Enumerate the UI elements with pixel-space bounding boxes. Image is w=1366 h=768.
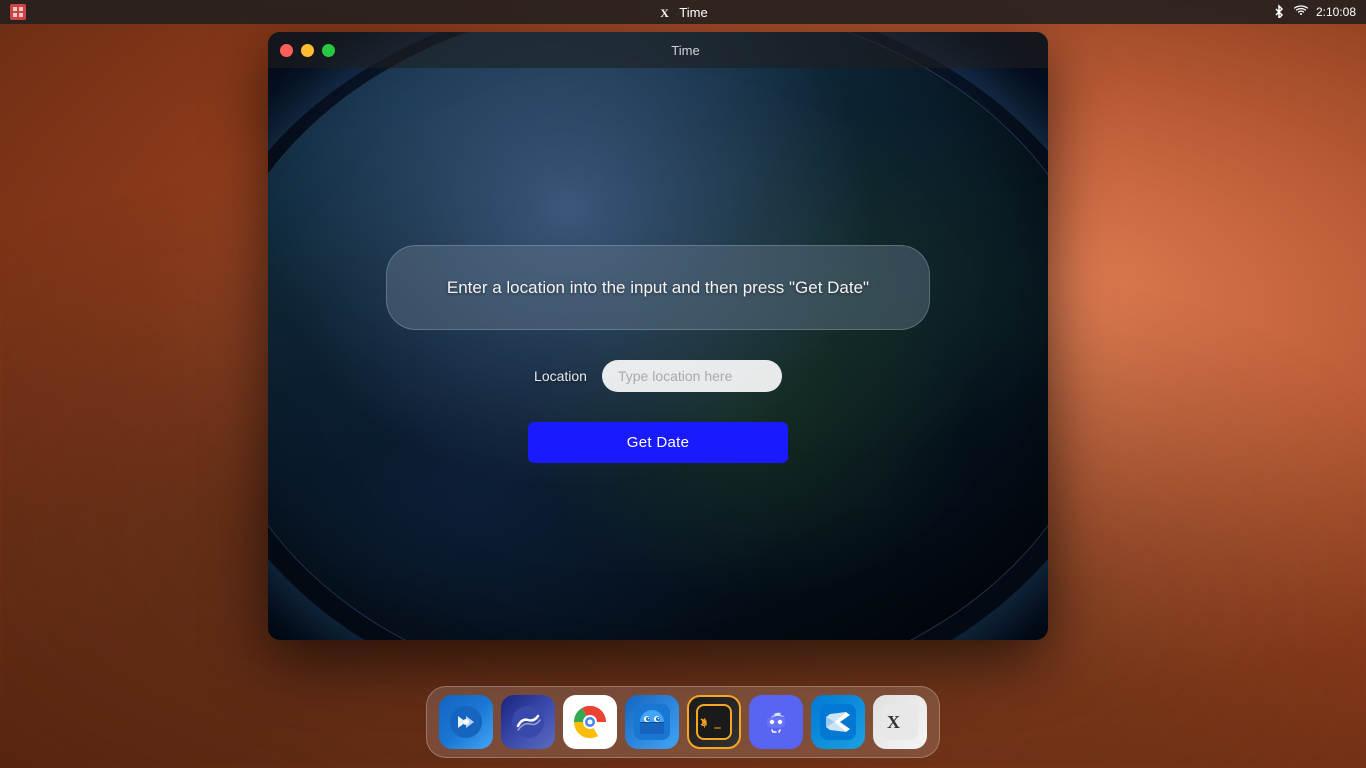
location-form-row: Location <box>534 360 782 392</box>
dock: $ _ X <box>426 686 940 758</box>
bluetooth-icon <box>1272 4 1286 21</box>
title-bar: Time <box>268 32 1048 68</box>
app-window: Time Enter a location into the input and… <box>268 32 1048 640</box>
window-content: Enter a location into the input and then… <box>268 68 1048 640</box>
dock-item-sketch[interactable] <box>501 695 555 749</box>
x11-icon: X <box>882 704 918 740</box>
menubar: X Time 2:10:08 <box>0 0 1366 24</box>
dock-item-finder[interactable] <box>625 695 679 749</box>
get-date-button[interactable]: Get Date <box>528 422 788 463</box>
apple-menu-icon[interactable] <box>10 4 26 20</box>
discord-icon <box>758 704 794 740</box>
minimize-window-button[interactable] <box>301 44 314 57</box>
dock-item-discord[interactable] <box>749 695 803 749</box>
window-controls <box>280 44 335 57</box>
vscode-icon <box>820 704 856 740</box>
finder-icon <box>634 704 670 740</box>
sketch-icon <box>510 704 546 740</box>
info-box: Enter a location into the input and then… <box>386 245 930 331</box>
dock-item-kde[interactable] <box>439 695 493 749</box>
wifi-icon <box>1294 4 1308 21</box>
dock-item-chrome[interactable] <box>563 695 617 749</box>
x-logo-icon: X <box>658 4 674 20</box>
maximize-window-button[interactable] <box>322 44 335 57</box>
menubar-center: X Time <box>658 4 707 20</box>
terminal-icon: $ _ <box>696 704 732 740</box>
dock-item-x11[interactable]: X <box>873 695 927 749</box>
close-window-button[interactable] <box>280 44 293 57</box>
menubar-time: 2:10:08 <box>1316 5 1356 19</box>
window-title: Time <box>335 43 1036 58</box>
location-input[interactable] <box>602 360 782 392</box>
menubar-left <box>10 4 26 20</box>
svg-text:X: X <box>660 6 669 20</box>
menubar-app-name: Time <box>679 5 707 20</box>
menubar-right: 2:10:08 <box>1272 4 1356 21</box>
kde-icon <box>448 704 484 740</box>
chrome-icon <box>572 704 608 740</box>
dock-item-terminal[interactable]: $ _ <box>687 695 741 749</box>
dock-item-vscode[interactable] <box>811 695 865 749</box>
info-text: Enter a location into the input and then… <box>447 278 869 297</box>
location-label: Location <box>534 368 587 384</box>
svg-text:X: X <box>887 712 900 732</box>
